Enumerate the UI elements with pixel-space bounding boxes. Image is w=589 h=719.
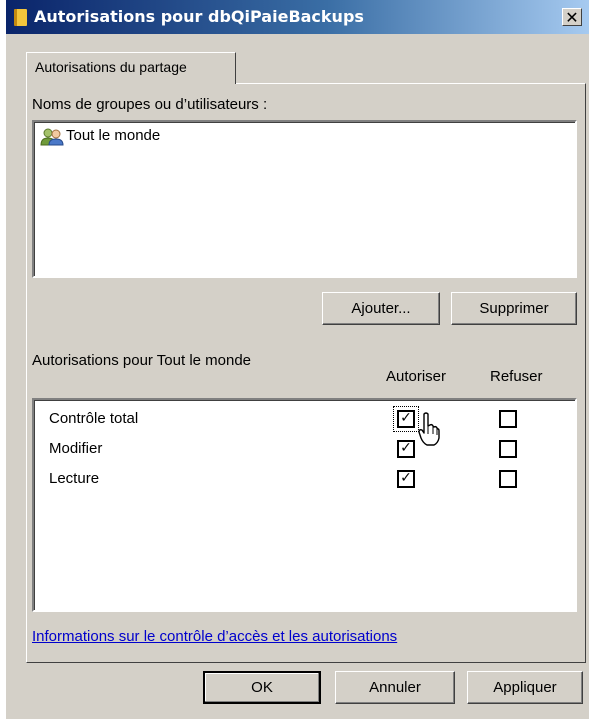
users-group-icon bbox=[40, 128, 64, 146]
window-title: Autorisations pour dbQiPaieBackups bbox=[34, 7, 364, 26]
permissions-label: Autorisations pour Tout le monde bbox=[32, 352, 252, 369]
remove-button[interactable]: Supprimer bbox=[451, 292, 577, 325]
allow-checkbox[interactable]: ✓ bbox=[397, 440, 415, 458]
list-item-label: Tout le monde bbox=[66, 127, 161, 144]
access-control-help-link[interactable]: Informations sur le contrôle d’accès et … bbox=[32, 628, 397, 645]
permission-name: Modifier bbox=[49, 440, 103, 457]
allow-checkbox[interactable]: ✓ bbox=[397, 470, 415, 488]
users-list-label: Noms de groupes ou d’utilisateurs : bbox=[32, 96, 268, 113]
permission-row-modify: Modifier ✓ bbox=[34, 436, 575, 466]
permission-name: Lecture bbox=[49, 470, 100, 487]
ok-button[interactable]: OK bbox=[203, 671, 321, 704]
hand-cursor-icon bbox=[418, 412, 440, 446]
allow-column-header: Autoriser bbox=[386, 368, 447, 385]
permission-row-read: Lecture ✓ bbox=[34, 466, 575, 496]
tab-share-permissions[interactable]: Autorisations du partage bbox=[26, 52, 236, 84]
title-bar[interactable]: Autorisations pour dbQiPaieBackups ✕ bbox=[6, 0, 589, 34]
close-button[interactable]: ✕ bbox=[562, 8, 582, 26]
deny-checkbox[interactable] bbox=[499, 440, 517, 458]
permissions-dialog: Autorisations pour dbQiPaieBackups ✕ Aut… bbox=[6, 0, 589, 719]
apply-button[interactable]: Appliquer bbox=[467, 671, 583, 704]
users-listbox[interactable]: Tout le monde bbox=[32, 120, 577, 278]
deny-column-header: Refuser bbox=[490, 368, 543, 385]
folder-icon bbox=[14, 9, 27, 26]
cancel-button[interactable]: Annuler bbox=[335, 671, 455, 704]
permission-name: Contrôle total bbox=[49, 410, 139, 427]
add-button[interactable]: Ajouter... bbox=[322, 292, 440, 325]
permission-row-full-control: Contrôle total ✓ bbox=[34, 406, 575, 436]
permissions-listbox: Contrôle total ✓ Modifier ✓ Lecture ✓ bbox=[32, 398, 577, 612]
allow-checkbox[interactable]: ✓ bbox=[397, 410, 415, 428]
deny-checkbox[interactable] bbox=[499, 470, 517, 488]
deny-checkbox[interactable] bbox=[499, 410, 517, 428]
